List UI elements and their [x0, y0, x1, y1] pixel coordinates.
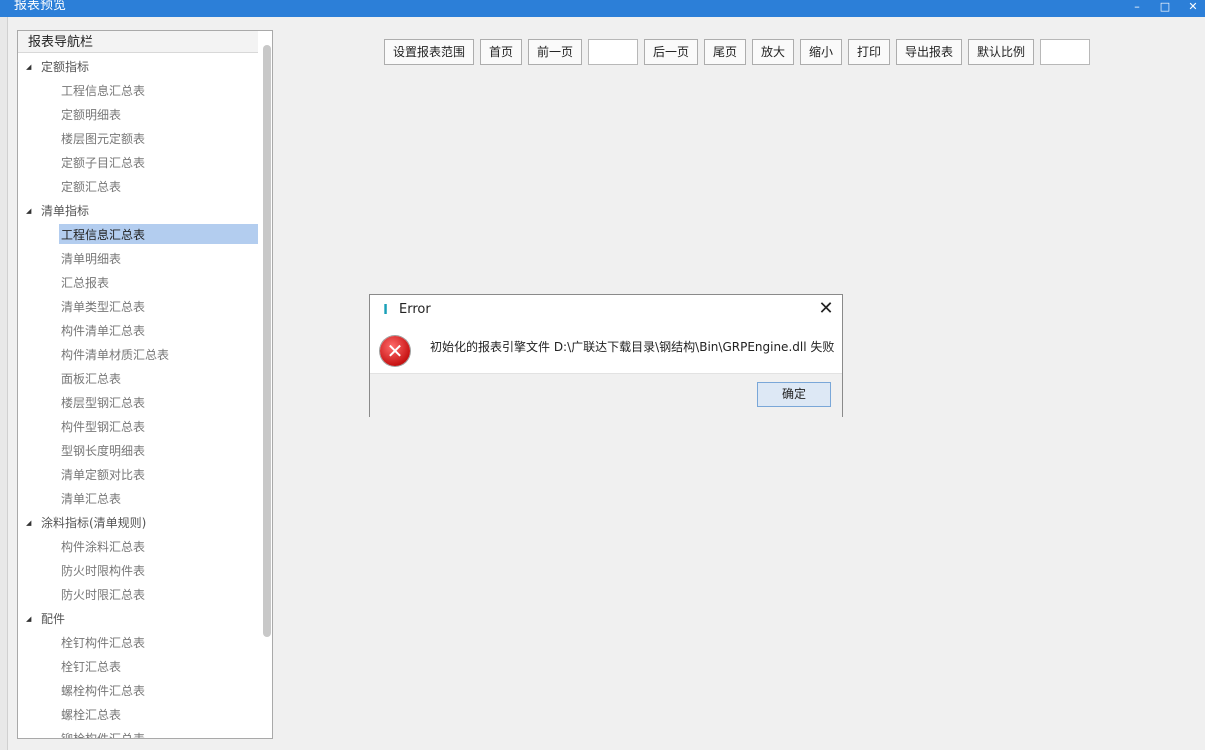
maximize-icon[interactable]: □: [1151, 0, 1179, 17]
first-page-button[interactable]: 首页: [480, 39, 522, 65]
tree-item-label: 清单明细表: [61, 252, 122, 266]
tree-item[interactable]: 构件型钢汇总表: [18, 415, 258, 439]
tree-group[interactable]: ◢ 定额指标: [18, 55, 262, 79]
tree-item-label: 防火时限构件表: [61, 564, 146, 578]
tree-item-label: 清单类型汇总表: [61, 300, 146, 314]
tree-item[interactable]: 汇总报表: [18, 271, 258, 295]
tree-item[interactable]: 型钢长度明细表: [18, 439, 258, 463]
print-button[interactable]: 打印: [848, 39, 890, 65]
zoom-in-button[interactable]: 放大: [752, 39, 794, 65]
last-page-button[interactable]: 尾页: [704, 39, 746, 65]
report-nav-panel: 报表导航栏 ◢ 定额指标工程信息汇总表 定额明细表楼层图元定额表 定额子目汇总表 定额汇…: [17, 30, 273, 739]
tree-item[interactable]: 螺栓构件汇总表: [18, 679, 258, 703]
next-page-button[interactable]: 后一页: [644, 39, 698, 65]
minimize-icon[interactable]: –: [1123, 0, 1151, 17]
error-dialog: I Error ✕ ✕ 初始化的报表引擎文件 D:\广联达下载目录\钢结构\Bi…: [369, 294, 843, 417]
tree-group-label: 涂料指标(清单规则): [41, 516, 147, 530]
tree-item[interactable]: 构件清单汇总表: [18, 319, 258, 343]
expand-arrow-icon[interactable]: ◢: [26, 199, 36, 223]
tree-item-label: 型钢长度明细表: [61, 444, 146, 458]
expand-arrow-icon[interactable]: ◢: [26, 55, 36, 79]
tree-group[interactable]: ◢ 涂料指标(清单规则): [18, 511, 262, 535]
error-icon: ✕: [380, 336, 410, 366]
tree-item[interactable]: 清单类型汇总表: [18, 295, 258, 319]
tree-item-label: 螺栓构件汇总表: [61, 684, 146, 698]
tree-item-label: 构件清单材质汇总表: [61, 348, 170, 362]
zoom-out-button[interactable]: 缩小: [800, 39, 842, 65]
tree-group-label: 清单指标: [41, 204, 90, 218]
tree-item[interactable]: 面板汇总表: [18, 367, 258, 391]
tree-item[interactable]: 清单定额对比表: [18, 463, 258, 487]
ok-button[interactable]: 确定: [757, 382, 831, 407]
window-title: 报表预览: [14, 0, 67, 13]
tree-item-label: 清单定额对比表: [61, 468, 146, 482]
app-icon: I: [383, 303, 388, 318]
tree-group[interactable]: ◢ 清单指标: [18, 199, 262, 223]
tree-item-label: 防火时限汇总表: [61, 588, 146, 602]
tree-item[interactable]: 楼层型钢汇总表: [18, 391, 258, 415]
tree-item-label: 工程信息汇总表: [61, 84, 146, 98]
tree-item[interactable]: 清单汇总表: [18, 487, 258, 511]
tree-item[interactable]: 防火时限汇总表: [18, 583, 258, 607]
scale-input[interactable]: [1040, 39, 1090, 65]
dialog-title: Error: [399, 302, 431, 317]
tree-item[interactable]: 楼层图元定额表: [18, 127, 258, 151]
tree-group-label: 配件: [41, 612, 66, 626]
tree-item-label: 构件清单汇总表: [61, 324, 146, 338]
tree-item[interactable]: 定额汇总表: [18, 175, 258, 199]
tree-item-label: 栓钉汇总表: [61, 660, 122, 674]
default-scale-button[interactable]: 默认比例: [968, 39, 1034, 65]
expand-arrow-icon[interactable]: ◢: [26, 607, 36, 631]
prev-page-button[interactable]: 前一页: [528, 39, 582, 65]
tree-item[interactable]: 清单明细表: [18, 247, 258, 271]
tree-item-label: 栓钉构件汇总表: [61, 636, 146, 650]
tree-item[interactable]: 工程信息汇总表: [18, 79, 258, 103]
tree-item[interactable]: 防火时限构件表: [18, 559, 258, 583]
page-number-input[interactable]: [588, 39, 638, 65]
tree-item-label: 楼层型钢汇总表: [61, 396, 146, 410]
background-app-edge: [0, 17, 8, 750]
tree-item-label: 汇总报表: [61, 276, 110, 290]
tree-item-label: 构件涂料汇总表: [61, 540, 146, 554]
tree-item[interactable]: 螺栓汇总表: [18, 703, 258, 727]
error-message: 初始化的报表引擎文件 D:\广联达下载目录\钢结构\Bin\GRPEngine.…: [430, 340, 835, 354]
tree-item-label: 定额汇总表: [61, 180, 122, 194]
dialog-title-bar: I Error ✕: [370, 295, 842, 325]
tree-item-label: 定额明细表: [61, 108, 122, 122]
tree-item-label: 定额子目汇总表: [61, 156, 146, 170]
report-tree: ◢ 定额指标工程信息汇总表 定额明细表楼层图元定额表 定额子目汇总表 定额汇总表 ◢ 清单指…: [18, 55, 262, 739]
nav-scrollbar[interactable]: [263, 45, 271, 637]
tree-item[interactable]: 铆栓构件汇总表: [18, 727, 258, 739]
tree-item-label: 构件型钢汇总表: [61, 420, 146, 434]
tree-group-label: 定额指标: [41, 60, 90, 74]
dialog-footer: 确定: [370, 373, 842, 417]
dialog-close-icon[interactable]: ✕: [816, 299, 836, 319]
tree-item-label: 楼层图元定额表: [61, 132, 146, 146]
tree-item-label: 清单汇总表: [61, 492, 122, 506]
export-report-button[interactable]: 导出报表: [896, 39, 962, 65]
tree-item[interactable]: 工程信息汇总表: [18, 223, 258, 247]
set-report-range-button[interactable]: 设置报表范围: [384, 39, 474, 65]
tree-item[interactable]: 栓钉构件汇总表: [18, 631, 258, 655]
tree-item[interactable]: 定额明细表: [18, 103, 258, 127]
tree-item[interactable]: 定额子目汇总表: [18, 151, 258, 175]
close-icon[interactable]: ✕: [1179, 0, 1205, 17]
nav-header: 报表导航栏: [18, 31, 258, 53]
window-title-bar: 报表预览 – □ ✕: [0, 0, 1205, 17]
tree-item[interactable]: 构件清单材质汇总表: [18, 343, 258, 367]
tree-item-label: 工程信息汇总表: [61, 228, 146, 242]
tree-item-label: 面板汇总表: [61, 372, 122, 386]
tree-group[interactable]: ◢ 配件: [18, 607, 262, 631]
tree-item[interactable]: 栓钉汇总表: [18, 655, 258, 679]
expand-arrow-icon[interactable]: ◢: [26, 511, 36, 535]
tree-item[interactable]: 构件涂料汇总表: [18, 535, 258, 559]
tree-item-label: 螺栓汇总表: [61, 708, 122, 722]
tree-item-label: 铆栓构件汇总表: [61, 732, 146, 739]
